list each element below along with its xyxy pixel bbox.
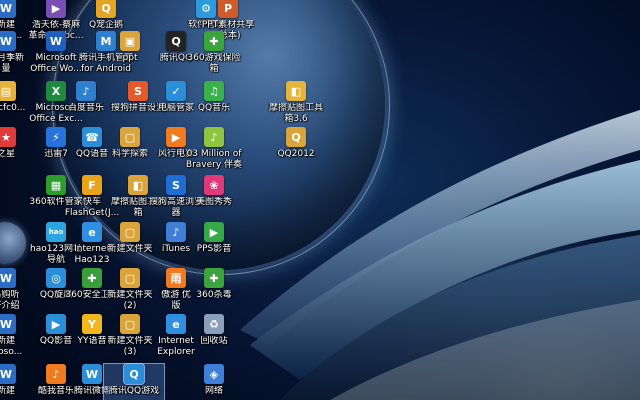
- internet-explorer-icon: e: [166, 314, 186, 334]
- texture-folder-icon: ◧: [128, 175, 148, 195]
- desktop-icon-label: QQ音乐: [197, 103, 231, 113]
- word-doc-icon: W: [0, 31, 16, 51]
- sogou-settings-icon: S: [128, 81, 148, 101]
- desktop-icon[interactable]: ✚ 360游戏保险 箱: [184, 31, 244, 85]
- desktop-icon[interactable]: ❀ 美图秀秀: [184, 175, 244, 229]
- desktop-icon-label: 摩擦贴图工具 箱3.6: [268, 103, 323, 124]
- funshion-icon: ▶: [166, 127, 186, 147]
- desktop-icon-label: 美图秀秀: [195, 197, 232, 207]
- yy-voice-icon: Y: [82, 314, 102, 334]
- star-app-icon: ★: [0, 127, 16, 147]
- desktop-icon[interactable]: ♪ 03 Million of Bravery 伴奏: [184, 127, 244, 181]
- desktop-icon-label: 百度音乐: [67, 103, 104, 113]
- desktop-icon[interactable]: ♻ 回收站: [184, 314, 244, 368]
- qq2012-icon: Q: [286, 127, 306, 147]
- ie-icon: e: [82, 222, 102, 242]
- ppt-folder-icon: P: [218, 0, 238, 18]
- desktop-icon-label: PPS影音: [196, 244, 232, 254]
- video-file-icon: ▶: [46, 0, 66, 18]
- itunes-icon: ♪: [166, 222, 186, 242]
- qq-penguin-icon: Q: [166, 31, 186, 51]
- qq-music-icon: ♫: [204, 81, 224, 101]
- qq-game-icon: Q: [123, 363, 145, 385]
- qq-voice-icon: ☎: [82, 127, 102, 147]
- audio-file-icon: ♪: [204, 127, 224, 147]
- flashget-icon: F: [82, 175, 102, 195]
- pc-manager-icon: ✓: [166, 81, 186, 101]
- 360-antivirus-icon: ✚: [204, 268, 224, 288]
- maxthon-icon: 雨: [166, 268, 186, 288]
- texture-tool-icon: ◧: [286, 81, 306, 101]
- baidu-music-icon: ♪: [76, 81, 96, 101]
- archive-icon: ▤: [0, 81, 16, 101]
- desktop-icon-label: QQ2012: [277, 149, 315, 159]
- folder-icon: ▢: [120, 222, 140, 242]
- desktop-icon-label: 回收站: [200, 336, 228, 346]
- folder-icon: ▢: [120, 314, 140, 334]
- pps-icon: ▶: [204, 222, 224, 242]
- desktop-icon[interactable]: Q 腾讯QQ游戏: [103, 363, 165, 400]
- 360-safeguard-icon: ✚: [82, 268, 102, 288]
- meitu-icon: ❀: [204, 175, 224, 195]
- word-doc-icon: W: [0, 268, 16, 288]
- penguin-icon: Q: [96, 0, 116, 18]
- tencent-weibo-icon: W: [82, 364, 102, 384]
- desktop-icon-label: Q宠企鹅: [88, 20, 124, 30]
- desktop-icon-label: 网络: [204, 386, 223, 396]
- sogou-browser-icon: S: [166, 175, 186, 195]
- game-safe-icon: ✚: [204, 31, 224, 51]
- word-doc-icon: W: [0, 314, 16, 334]
- desktop-icon[interactable]: ◈ 网络: [184, 364, 244, 400]
- desktop-icon-label: 腾讯QQ游戏: [108, 386, 160, 396]
- desktop-icon-label: 03 Million of Bravery 伴奏: [185, 149, 243, 170]
- word-app-icon: W: [46, 31, 66, 51]
- network-icon: ◈: [204, 364, 224, 384]
- word-doc-icon: W: [0, 364, 16, 384]
- desktop[interactable]: W新建 croso...▶浩天依-蔡麻 革命-f0abc...QQ宠企鹅⚙软件管…: [0, 0, 640, 400]
- desktop-icon-label: 360游戏保险 箱: [187, 53, 241, 74]
- folder-icon: ▢: [120, 127, 140, 147]
- folder-icon: ▢: [120, 268, 140, 288]
- desktop-icon[interactable]: Q QQ2012: [266, 127, 326, 181]
- word-doc-icon: W: [0, 0, 16, 18]
- folder-icon: ▣: [120, 31, 140, 51]
- desktop-icon-label: 360杀毒: [196, 290, 232, 300]
- recycle-bin-icon: ♻: [204, 314, 224, 334]
- moon-wallpaper: [0, 222, 26, 264]
